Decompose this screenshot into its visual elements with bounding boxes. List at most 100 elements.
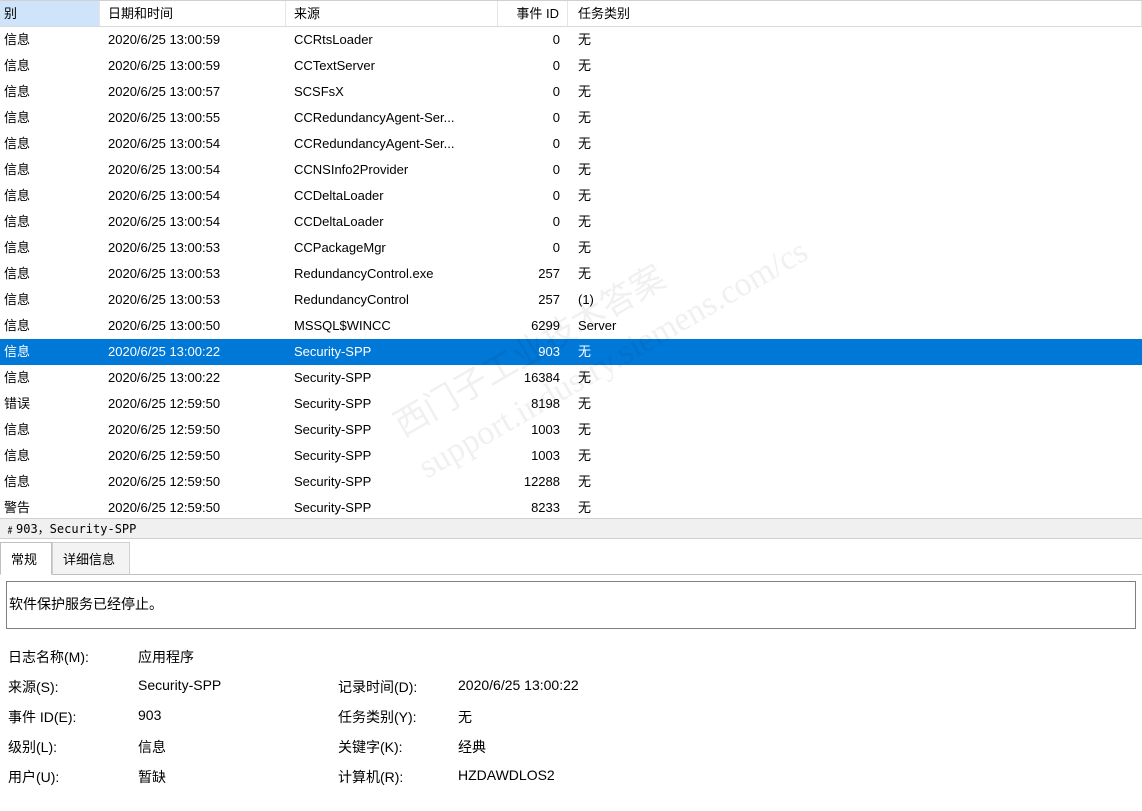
event-row[interactable]: 信息2020/6/25 13:00:53RedundancyControl.ex… (0, 261, 1142, 287)
eventid-value: 903 (138, 707, 338, 727)
event-row[interactable]: 信息2020/6/25 13:00:55CCRedundancyAgent-Se… (0, 105, 1142, 131)
cell-date: 2020/6/25 13:00:22 (100, 365, 286, 391)
cell-level: 错误 (0, 391, 100, 417)
cell-level: 信息 (0, 261, 100, 287)
cell-date: 2020/6/25 12:59:50 (100, 417, 286, 443)
event-row[interactable]: 错误2020/6/25 12:59:50Security-SPP8198无 (0, 391, 1142, 417)
source-value: Security-SPP (138, 677, 338, 697)
cell-date: 2020/6/25 12:59:50 (100, 469, 286, 495)
event-row[interactable]: 信息2020/6/25 13:00:59CCRtsLoader0无 (0, 27, 1142, 53)
event-row[interactable]: 信息2020/6/25 13:00:57SCSFsX0无 (0, 79, 1142, 105)
event-message-text: 软件保护服务已经停止。 (9, 596, 163, 612)
cell-level: 信息 (0, 79, 100, 105)
cell-level: 警告 (0, 495, 100, 515)
detail-title-bar: ﹟903，Security-SPP (0, 519, 1142, 539)
column-header-row: 别 日期和时间 来源 事件 ID 任务类别 (0, 1, 1142, 27)
source-label: 来源(S): (8, 677, 138, 697)
event-row[interactable]: 信息2020/6/25 13:00:54CCDeltaLoader0无 (0, 209, 1142, 235)
cell-id: 0 (498, 235, 568, 261)
cell-source: SCSFsX (286, 79, 498, 105)
cell-date: 2020/6/25 13:00:59 (100, 53, 286, 79)
column-header-id[interactable]: 事件 ID (498, 1, 568, 26)
keywords-label: 关键字(K): (338, 737, 458, 757)
event-row[interactable]: 信息2020/6/25 12:59:50Security-SPP1003无 (0, 417, 1142, 443)
column-header-level[interactable]: 别 (0, 1, 100, 26)
event-row[interactable]: 信息2020/6/25 13:00:53RedundancyControl257… (0, 287, 1142, 313)
cell-date: 2020/6/25 13:00:54 (100, 131, 286, 157)
event-row[interactable]: 信息2020/6/25 13:00:54CCRedundancyAgent-Se… (0, 131, 1142, 157)
taskcat-value: 无 (458, 707, 1134, 727)
cell-task: 无 (568, 495, 1142, 515)
event-properties-grid: 日志名称(M): 应用程序 来源(S): Security-SPP 记录时间(D… (6, 629, 1136, 787)
cell-level: 信息 (0, 339, 100, 365)
event-row[interactable]: 警告2020/6/25 12:59:50Security-SPP8233无 (0, 495, 1142, 515)
cell-task: 无 (568, 391, 1142, 417)
cell-task: 无 (568, 79, 1142, 105)
cell-task: Server (568, 313, 1142, 339)
cell-source: Security-SPP (286, 391, 498, 417)
cell-id: 0 (498, 53, 568, 79)
cell-task: 无 (568, 157, 1142, 183)
event-row[interactable]: 信息2020/6/25 13:00:22Security-SPP16384无 (0, 365, 1142, 391)
cell-date: 2020/6/25 13:00:54 (100, 157, 286, 183)
cell-source: CCDeltaLoader (286, 183, 498, 209)
cell-source: CCPackageMgr (286, 235, 498, 261)
cell-date: 2020/6/25 13:00:55 (100, 105, 286, 131)
cell-task: (1) (568, 287, 1142, 313)
recordtime-value: 2020/6/25 13:00:22 (458, 677, 1134, 697)
event-row[interactable]: 信息2020/6/25 13:00:50MSSQL$WINCC6299Serve… (0, 313, 1142, 339)
event-row[interactable]: 信息2020/6/25 13:00:53CCPackageMgr0无 (0, 235, 1142, 261)
cell-source: CCRedundancyAgent-Ser... (286, 131, 498, 157)
event-row[interactable]: 信息2020/6/25 12:59:50Security-SPP12288无 (0, 469, 1142, 495)
tab-general[interactable]: 常规 (0, 542, 52, 575)
cell-task: 无 (568, 105, 1142, 131)
cell-date: 2020/6/25 13:00:53 (100, 235, 286, 261)
cell-id: 0 (498, 105, 568, 131)
taskcat-label: 任务类别(Y): (338, 707, 458, 727)
logname-label: 日志名称(M): (8, 647, 138, 667)
cell-level: 信息 (0, 287, 100, 313)
event-row[interactable]: 信息2020/6/25 13:00:54CCDeltaLoader0无 (0, 183, 1142, 209)
cell-id: 0 (498, 131, 568, 157)
cell-task: 无 (568, 469, 1142, 495)
cell-id: 1003 (498, 443, 568, 469)
cell-source: Security-SPP (286, 365, 498, 391)
column-header-task[interactable]: 任务类别 (568, 1, 1142, 26)
column-header-date[interactable]: 日期和时间 (100, 1, 286, 26)
cell-id: 0 (498, 157, 568, 183)
cell-date: 2020/6/25 13:00:57 (100, 79, 286, 105)
cell-date: 2020/6/25 13:00:59 (100, 27, 286, 53)
cell-task: 无 (568, 235, 1142, 261)
cell-level: 信息 (0, 157, 100, 183)
cell-id: 257 (498, 287, 568, 313)
cell-level: 信息 (0, 105, 100, 131)
tab-details[interactable]: 详细信息 (52, 542, 130, 575)
cell-level: 信息 (0, 53, 100, 79)
cell-task: 无 (568, 183, 1142, 209)
cell-level: 信息 (0, 131, 100, 157)
column-header-source[interactable]: 来源 (286, 1, 498, 26)
recordtime-label: 记录时间(D): (338, 677, 458, 697)
computer-value: HZDAWDLOS2 (458, 767, 1134, 787)
cell-date: 2020/6/25 13:00:54 (100, 183, 286, 209)
cell-id: 0 (498, 79, 568, 105)
cell-level: 信息 (0, 27, 100, 53)
event-row[interactable]: 信息2020/6/25 13:00:22Security-SPP903无 (0, 339, 1142, 365)
cell-id: 12288 (498, 469, 568, 495)
event-rows-container: 信息2020/6/25 13:00:59CCRtsLoader0无信息2020/… (0, 27, 1142, 519)
cell-source: Security-SPP (286, 417, 498, 443)
cell-source: CCRedundancyAgent-Ser... (286, 105, 498, 131)
computer-label: 计算机(R): (338, 767, 458, 787)
cell-level: 信息 (0, 469, 100, 495)
cell-task: 无 (568, 27, 1142, 53)
detail-pane: 软件保护服务已经停止。 日志名称(M): 应用程序 来源(S): Securit… (0, 575, 1142, 787)
cell-id: 903 (498, 339, 568, 365)
user-value: 暂缺 (138, 767, 338, 787)
event-row[interactable]: 信息2020/6/25 13:00:59CCTextServer0无 (0, 53, 1142, 79)
cell-source: Security-SPP (286, 469, 498, 495)
detail-tabstrip: 常规 详细信息 (0, 539, 1142, 575)
event-row[interactable]: 信息2020/6/25 13:00:54CCNSInfo2Provider0无 (0, 157, 1142, 183)
event-row[interactable]: 信息2020/6/25 12:59:50Security-SPP1003无 (0, 443, 1142, 469)
cell-date: 2020/6/25 13:00:50 (100, 313, 286, 339)
logname-value: 应用程序 (138, 647, 338, 667)
